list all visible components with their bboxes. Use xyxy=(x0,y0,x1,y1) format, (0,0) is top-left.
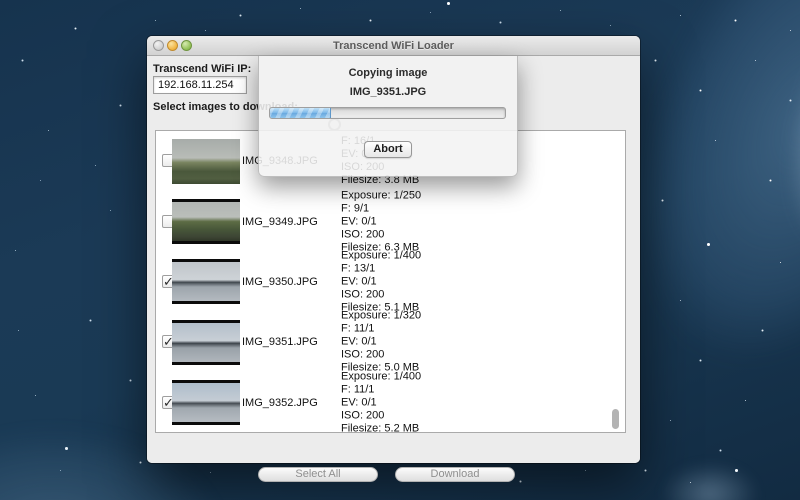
exif-line: F: 13/1 xyxy=(341,262,421,275)
select-all-button[interactable]: Select All xyxy=(258,467,378,482)
exif-line: Exposure: 1/400 xyxy=(341,370,421,383)
filename-label: IMG_9349.JPG xyxy=(242,216,318,228)
photo-thumbnail xyxy=(172,259,240,304)
exif-line: F: 11/1 xyxy=(341,383,421,396)
exif-line: F: 9/1 xyxy=(341,202,421,215)
scrollbar-thumb[interactable] xyxy=(612,409,619,429)
exif-line: ISO: 200 xyxy=(341,409,421,422)
filename-label: IMG_9352.JPG xyxy=(242,397,318,409)
exif-line: EV: 0/1 xyxy=(341,396,421,409)
app-window: Transcend WiFi Loader Transcend WiFi IP:… xyxy=(147,36,640,463)
photo-thumbnail xyxy=(172,139,240,184)
exif-line: ISO: 200 xyxy=(341,349,421,362)
exif-line: ISO: 200 xyxy=(341,288,421,301)
photo-thumbnail xyxy=(172,199,240,244)
ip-input[interactable] xyxy=(153,76,247,94)
exif-line: EV: 0/1 xyxy=(341,215,421,228)
starfield xyxy=(0,0,1,1)
exif-info: Exposure: 1/400F: 11/1EV: 0/1ISO: 200Fil… xyxy=(341,370,421,433)
abort-button[interactable]: Abort xyxy=(364,141,412,158)
progress-fill xyxy=(270,108,331,118)
dialog-filename: IMG_9351.JPG xyxy=(259,86,517,98)
exif-line: ISO: 200 xyxy=(341,228,421,241)
exif-line: Exposure: 1/250 xyxy=(341,189,421,202)
close-icon[interactable] xyxy=(153,40,164,51)
exif-line: F: 11/1 xyxy=(341,323,421,336)
exif-line: EV: 0/1 xyxy=(341,336,421,349)
window-title: Transcend WiFi Loader xyxy=(333,40,454,52)
minimize-icon[interactable] xyxy=(167,40,178,51)
list-item: ✓IMG_9352.JPGExposure: 1/400F: 11/1EV: 0… xyxy=(156,373,625,433)
photo-thumbnail xyxy=(172,320,240,365)
list-item: ✓IMG_9351.JPGExposure: 1/320F: 11/1EV: 0… xyxy=(156,312,625,372)
progress-bar xyxy=(269,107,506,119)
title-bar[interactable]: Transcend WiFi Loader xyxy=(147,36,640,56)
exif-info: Exposure: 1/320F: 11/1EV: 0/1ISO: 200Fil… xyxy=(341,310,421,375)
exif-line: Filesize: 5.2 MB xyxy=(341,422,421,433)
exif-line: Exposure: 1/320 xyxy=(341,310,421,323)
download-button[interactable]: Download xyxy=(395,467,515,482)
exif-info: Exposure: 1/250F: 9/1EV: 0/1ISO: 200File… xyxy=(341,189,421,254)
dialog-title: Copying image xyxy=(259,67,517,79)
exif-line: EV: 0/1 xyxy=(341,275,421,288)
list-item: IMG_9349.JPG Exposure: 1/250F: 9/1EV: 0/1… xyxy=(156,191,625,251)
copy-progress-dialog: Copying image IMG_9351.JPG Abort xyxy=(258,56,518,177)
ip-label: Transcend WiFi IP: xyxy=(153,63,251,75)
bottom-glow xyxy=(640,440,780,500)
exif-line: Exposure: 1/400 xyxy=(341,249,421,262)
list-item: ✓IMG_9350.JPGExposure: 1/400F: 13/1EV: 0… xyxy=(156,252,625,312)
exif-info: Exposure: 1/400F: 13/1EV: 0/1ISO: 200Fil… xyxy=(341,249,421,314)
photo-thumbnail xyxy=(172,380,240,425)
filename-label: IMG_9350.JPG xyxy=(242,276,318,288)
filename-label: IMG_9351.JPG xyxy=(242,336,318,348)
window-content: Transcend WiFi IP: Select images to down… xyxy=(147,56,640,463)
zoom-icon[interactable] xyxy=(181,40,192,51)
